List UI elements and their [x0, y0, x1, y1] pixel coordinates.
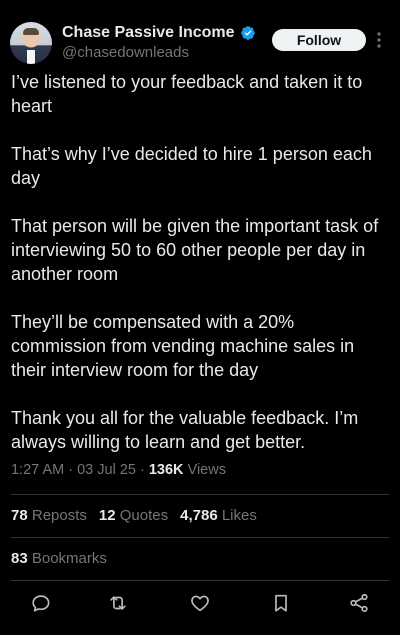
bookmarks-label: Bookmarks — [31, 550, 107, 567]
quotes-label: Quotes — [119, 507, 169, 524]
reposts-stat[interactable]: 78 Reposts — [11, 507, 87, 524]
tweet-header: Chase Passive Income @chasedownleads Fol… — [0, 0, 400, 70]
meta-separator: · — [68, 462, 78, 478]
avatar[interactable] — [10, 22, 52, 64]
like-icon[interactable] — [189, 592, 211, 614]
views-label: Views — [187, 462, 226, 478]
engagement-stats: 78 Reposts 12 Quotes 4,786 Likes — [11, 507, 257, 524]
bookmarks-count: 83 — [11, 550, 28, 567]
display-name[interactable]: Chase Passive Income — [62, 24, 235, 42]
quotes-stat[interactable]: 12 Quotes — [99, 507, 168, 524]
avatar-hair — [23, 28, 39, 35]
divider — [11, 494, 389, 495]
divider — [11, 580, 389, 581]
tweet-paragraph: Thank you all for the valuable feedback.… — [11, 408, 359, 452]
share-icon[interactable] — [348, 592, 370, 614]
tweet-paragraph: They’ll be compensated with a 20% commis… — [11, 312, 355, 380]
quotes-count: 12 — [98, 507, 116, 524]
tweet-paragraph: That person will be given the important … — [11, 216, 379, 284]
meta-separator: · — [139, 462, 149, 478]
verified-badge-icon — [240, 26, 255, 40]
reposts-count: 78 — [11, 507, 28, 524]
tweet-paragraph: That’s why I’ve decided to hire 1 person… — [11, 144, 372, 188]
bookmarks-stat[interactable]: 83 Bookmarks — [11, 550, 107, 567]
likes-stat[interactable]: 4,786 Likes — [180, 507, 257, 524]
tweet-date[interactable]: 03 Jul 25 — [77, 462, 136, 478]
reply-icon[interactable] — [30, 592, 52, 614]
reposts-label: Reposts — [31, 507, 87, 524]
tweet-paragraph: I’ve listened to your feedback and taken… — [11, 72, 363, 116]
more-vertical-icon[interactable] — [373, 30, 385, 50]
tweet-meta: 1:27 AM · 03 Jul 25 · 136K Views — [11, 462, 226, 478]
repost-icon[interactable] — [107, 592, 129, 614]
user-handle[interactable]: @chasedownleads — [62, 44, 189, 61]
views-count: 136K — [148, 462, 184, 478]
bookmark-icon[interactable] — [270, 592, 292, 614]
name-row: Chase Passive Income — [62, 24, 256, 42]
divider — [11, 537, 389, 538]
likes-count: 4,786 — [180, 507, 218, 524]
tweet-text: I’ve listened to your feedback and taken… — [11, 70, 391, 478]
avatar-collar — [27, 50, 35, 64]
action-bar — [0, 590, 400, 618]
likes-label: Likes — [221, 507, 257, 524]
follow-button[interactable]: Follow — [272, 29, 366, 51]
tweet-time[interactable]: 1:27 AM — [11, 462, 64, 478]
